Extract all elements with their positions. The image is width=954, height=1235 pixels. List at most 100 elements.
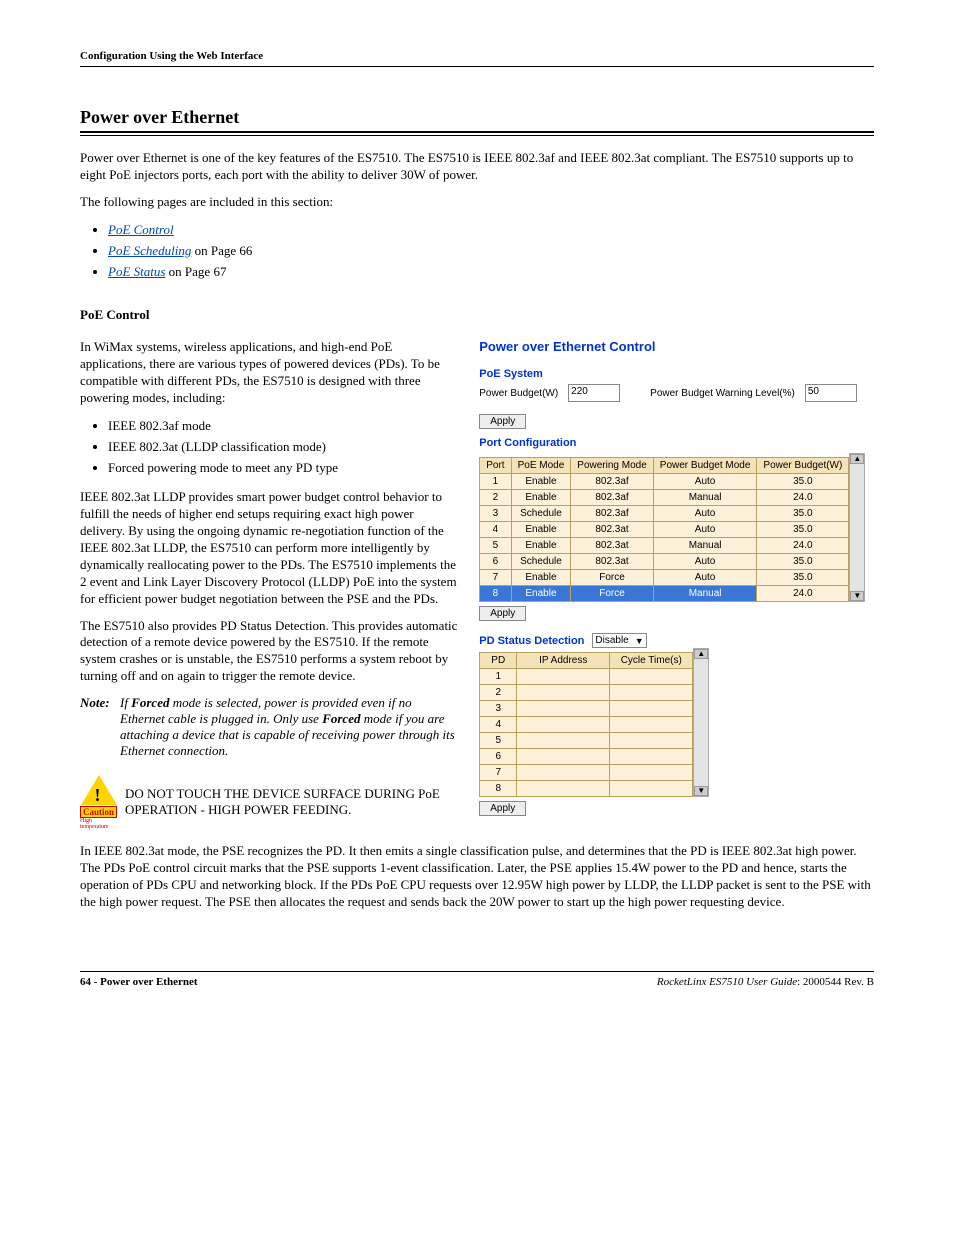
caution-icon: ! Caution High temperature [80, 777, 117, 827]
cell: 802.3at [571, 522, 653, 538]
footer-sep: - [91, 976, 100, 988]
caution-block: ! Caution High temperature DO NOT TOUCH … [80, 777, 459, 827]
cell: 24.0 [757, 586, 849, 602]
table-row[interactable]: 4Enable802.3atAuto35.0 [480, 522, 849, 538]
cell [517, 733, 610, 749]
table-row[interactable]: 6 [480, 749, 693, 765]
cell: 4 [480, 522, 511, 538]
pd-status-select[interactable]: Disable ▼ [592, 633, 646, 648]
page-number: 64 [80, 976, 91, 988]
cell: Auto [653, 554, 757, 570]
cell: 802.3at [571, 554, 653, 570]
note-bold: Forced [131, 695, 169, 710]
table-row[interactable]: 2Enable802.3afManual24.0 [480, 490, 849, 506]
table-row[interactable]: 2 [480, 685, 693, 701]
power-budget-input[interactable]: 220 [568, 384, 620, 402]
note-body: If Forced mode is selected, power is pro… [120, 695, 459, 759]
cell: 35.0 [757, 522, 849, 538]
table-row[interactable]: 7 [480, 765, 693, 781]
caution-subtext: High temperature [80, 818, 117, 830]
table-row[interactable]: 3Schedule802.3afAuto35.0 [480, 506, 849, 522]
apply-button[interactable]: Apply [479, 414, 526, 429]
power-budget-label: Power Budget(W) [479, 388, 558, 399]
table-row[interactable]: 8 [480, 781, 693, 797]
list-item: Forced powering mode to meet any PD type [108, 459, 459, 477]
select-value: Disable [595, 635, 628, 646]
cell: 802.3at [571, 538, 653, 554]
apply-button[interactable]: Apply [479, 801, 526, 816]
scrollbar[interactable]: ▲ ▼ [693, 648, 709, 797]
table-row[interactable]: 1 [480, 669, 693, 685]
cell: 802.3af [571, 490, 653, 506]
body-paragraph: In IEEE 802.3at mode, the PSE recognizes… [80, 843, 874, 911]
intro-paragraph-1: Power over Ethernet is one of the key fe… [80, 150, 874, 184]
poe-scheduling-link[interactable]: PoE Scheduling [108, 243, 191, 258]
cell: 802.3af [571, 474, 653, 490]
cell [610, 669, 693, 685]
note-text: If [120, 695, 131, 710]
table-row[interactable]: 3 [480, 701, 693, 717]
cell: 5 [480, 733, 517, 749]
scroll-down-icon[interactable]: ▼ [694, 786, 708, 796]
powering-modes-list: IEEE 802.3af mode IEEE 802.3at (LLDP cla… [80, 417, 459, 478]
poe-system-row: Power Budget(W) 220 Power Budget Warning… [479, 384, 874, 402]
list-item: IEEE 802.3at (LLDP classification mode) [108, 438, 459, 456]
cell [610, 733, 693, 749]
cell [517, 701, 610, 717]
table-row-selected[interactable]: 8EnableForceManual24.0 [480, 586, 849, 602]
cell: Auto [653, 474, 757, 490]
scroll-up-icon[interactable]: ▲ [694, 649, 708, 659]
cell: Auto [653, 506, 757, 522]
table-row[interactable]: 1Enable802.3afAuto35.0 [480, 474, 849, 490]
apply-button[interactable]: Apply [479, 606, 526, 621]
cell [610, 685, 693, 701]
pd-status-heading: PD Status Detection [479, 635, 584, 647]
pd-status-table: PD IP Address Cycle Time(s) 1 2 3 4 5 6 … [479, 652, 693, 797]
body-paragraph: The ES7510 also provides PD Status Detec… [80, 618, 459, 686]
poe-status-link[interactable]: PoE Status [108, 264, 165, 279]
page-footer: 64 - Power over Ethernet RocketLinx ES75… [80, 971, 874, 988]
cell: Force [571, 570, 653, 586]
table-header: PoE Mode [511, 458, 571, 474]
table-row[interactable]: 6Schedule802.3atAuto35.0 [480, 554, 849, 570]
scroll-down-icon[interactable]: ▼ [850, 591, 864, 601]
footer-left: 64 - Power over Ethernet [80, 976, 198, 988]
footer-title: Power over Ethernet [100, 976, 197, 988]
cell: Auto [653, 570, 757, 586]
table-row[interactable]: 5Enable802.3atManual24.0 [480, 538, 849, 554]
warn-level-input[interactable]: 50 [805, 384, 857, 402]
cell [610, 781, 693, 797]
toc-list: PoE Control PoE Scheduling on Page 66 Po… [80, 221, 874, 282]
table-header: IP Address [517, 653, 610, 669]
cell: 2 [480, 685, 517, 701]
page-title: Power over Ethernet [80, 107, 874, 128]
scrollbar[interactable]: ▲ ▼ [849, 453, 865, 602]
scroll-up-icon[interactable]: ▲ [850, 454, 864, 464]
cell: 7 [480, 765, 517, 781]
toc-item: PoE Scheduling on Page 66 [108, 242, 874, 260]
cell: 35.0 [757, 474, 849, 490]
cell: Schedule [511, 506, 571, 522]
cell: 6 [480, 749, 517, 765]
cell: 4 [480, 717, 517, 733]
table-row[interactable]: 7EnableForceAuto35.0 [480, 570, 849, 586]
table-row[interactable]: 4 [480, 717, 693, 733]
intro-paragraph-2: The following pages are included in this… [80, 194, 874, 211]
poe-control-link[interactable]: PoE Control [108, 222, 174, 237]
sub-heading-poe-control: PoE Control [80, 307, 874, 323]
chevron-down-icon: ▼ [635, 636, 644, 646]
cell: 35.0 [757, 506, 849, 522]
body-paragraph: IEEE 802.3at LLDP provides smart power b… [80, 489, 459, 607]
list-item: IEEE 802.3af mode [108, 417, 459, 435]
cell: 1 [480, 474, 511, 490]
cell: 7 [480, 570, 511, 586]
cell: 24.0 [757, 538, 849, 554]
cell: Enable [511, 570, 571, 586]
table-header: Powering Mode [571, 458, 653, 474]
table-row[interactable]: 5 [480, 733, 693, 749]
toc-item: PoE Status on Page 67 [108, 263, 874, 281]
toc-item-suffix: on Page 66 [191, 243, 252, 258]
cell: 35.0 [757, 554, 849, 570]
cell [517, 669, 610, 685]
cell: 24.0 [757, 490, 849, 506]
